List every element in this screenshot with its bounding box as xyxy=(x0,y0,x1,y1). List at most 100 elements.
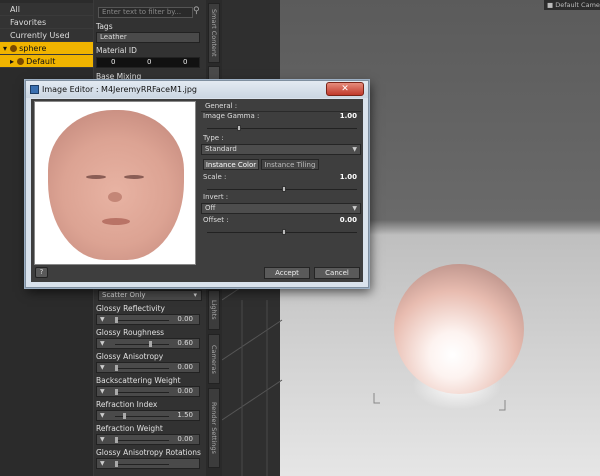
scale-slider[interactable]: Scale : 1.00 xyxy=(201,173,361,192)
tree-item-all[interactable]: All xyxy=(0,3,93,16)
property-value: 0.00 xyxy=(177,387,193,395)
chevron-down-icon: ▾ xyxy=(193,291,197,299)
property-value: 0.00 xyxy=(177,435,193,443)
offset-label: Offset : xyxy=(203,216,229,224)
tab-lights[interactable]: Lights xyxy=(208,290,220,330)
slider-thumb[interactable] xyxy=(115,461,118,467)
property-value: 0.00 xyxy=(177,363,193,371)
camera-label[interactable]: ■ Default Camera xyxy=(544,0,600,10)
tree-item-label: sphere xyxy=(19,44,47,53)
tree-item-favorites[interactable]: Favorites xyxy=(0,16,93,29)
object-icon xyxy=(9,45,17,52)
chevron-down-icon: ▼ xyxy=(352,205,357,212)
slider-thumb[interactable] xyxy=(115,437,118,443)
tab-instance-color[interactable]: Instance Color xyxy=(203,159,259,170)
slider-track xyxy=(207,128,357,129)
chevron-down-icon[interactable]: ▼ xyxy=(100,459,105,468)
collapse-arrow-icon[interactable]: ▸ xyxy=(10,57,14,66)
tab-smart-content[interactable]: Smart Content xyxy=(208,3,220,63)
property-label: Refraction Index xyxy=(96,400,158,409)
slider-thumb[interactable] xyxy=(237,125,241,131)
property-value: 1.50 xyxy=(177,411,193,419)
property-label: Glossy Anisotropy xyxy=(96,352,164,361)
property-label: Backscattering Weight xyxy=(96,376,181,385)
slider-track xyxy=(115,392,169,393)
dialog-titlebar[interactable]: Image Editor : M4JeremyRRFaceM1.jpg xyxy=(26,81,368,98)
type-section: Type : xyxy=(201,134,361,143)
slider-thumb[interactable] xyxy=(282,229,286,235)
tags-field[interactable]: Leather xyxy=(96,32,200,43)
help-button[interactable]: ? xyxy=(35,267,48,278)
cancel-button[interactable]: Cancel xyxy=(314,267,360,279)
property-slider[interactable]: ▼ xyxy=(96,458,200,469)
texture-preview xyxy=(34,101,196,265)
tree-item-default[interactable]: ▸ Default xyxy=(0,55,93,68)
sphere-object[interactable] xyxy=(394,264,524,394)
invert-section: Invert : xyxy=(201,193,361,202)
property-label: Refraction Weight xyxy=(96,424,163,433)
right-eye xyxy=(124,175,144,179)
tree-item-currently-used[interactable]: Currently Used xyxy=(0,29,93,42)
general-section-label: General : xyxy=(201,101,361,112)
property-slider[interactable]: ▼ 0.60 xyxy=(96,338,200,349)
chevron-down-icon[interactable]: ▼ xyxy=(100,363,105,372)
expand-arrow-icon[interactable]: ▾ xyxy=(3,44,7,53)
material-id-b: 0 xyxy=(183,58,188,66)
slider-track xyxy=(115,320,169,321)
slider-thumb[interactable] xyxy=(115,389,118,395)
tab-cameras[interactable]: Cameras xyxy=(208,334,220,384)
invert-dropdown-value: Off xyxy=(205,204,216,212)
slider-thumb[interactable] xyxy=(115,317,118,323)
scatter-dropdown[interactable]: Scatter Only ▾ xyxy=(98,290,202,301)
type-dropdown[interactable]: Standard ▼ xyxy=(201,144,361,155)
tree-item-sphere[interactable]: ▾ sphere xyxy=(0,42,93,55)
offset-slider[interactable]: Offset : 0.00 xyxy=(201,216,361,235)
slider-track xyxy=(115,344,169,345)
camera-icon: ■ xyxy=(547,1,554,9)
slider-thumb[interactable] xyxy=(123,413,126,419)
chevron-down-icon[interactable]: ▼ xyxy=(100,339,105,348)
filter-input[interactable]: Enter text to filter by... xyxy=(98,7,193,18)
property-label: Glossy Roughness xyxy=(96,328,165,337)
chevron-down-icon[interactable]: ▼ xyxy=(100,315,105,324)
chevron-down-icon[interactable]: ▼ xyxy=(100,387,105,396)
type-dropdown-value: Standard xyxy=(205,145,237,153)
close-icon: ✕ xyxy=(341,84,349,94)
left-eye xyxy=(86,175,106,179)
property-slider[interactable]: ▼ 0.00 xyxy=(96,386,200,397)
material-id-g: 0 xyxy=(147,58,152,66)
property-slider[interactable]: ▼ 0.00 xyxy=(96,434,200,445)
material-id-r: 0 xyxy=(111,58,116,66)
help-icon: ? xyxy=(39,268,44,276)
slider-thumb[interactable] xyxy=(282,186,286,192)
slider-thumb[interactable] xyxy=(115,365,118,371)
property-slider[interactable]: ▼ 0.00 xyxy=(96,314,200,325)
property-value: 0.60 xyxy=(177,339,193,347)
image-gamma-slider[interactable]: Image Gamma : 1.00 xyxy=(201,112,361,131)
property-slider[interactable]: ▼ 1.50 xyxy=(96,410,200,421)
object-icon xyxy=(16,58,24,65)
type-label: Type : xyxy=(203,134,224,142)
image-editor-dialog: Image Editor : M4JeremyRRFaceM1.jpg ✕ Ge… xyxy=(25,80,369,288)
tags-label: Tags xyxy=(96,22,113,31)
property-slider[interactable]: ▼ 0.00 xyxy=(96,362,200,373)
camera-label-text: Default Camera xyxy=(555,1,600,9)
tab-instance-tiling[interactable]: Instance Tiling xyxy=(261,159,319,170)
scale-value: 1.00 xyxy=(339,173,357,181)
accept-button[interactable]: Accept xyxy=(264,267,310,279)
material-id-field[interactable]: 0 0 0 xyxy=(96,57,200,68)
close-button[interactable]: ✕ xyxy=(326,82,364,96)
chevron-down-icon: ▼ xyxy=(352,146,357,153)
slider-thumb[interactable] xyxy=(149,341,152,347)
invert-dropdown[interactable]: Off ▼ xyxy=(201,203,361,214)
offset-value: 0.00 xyxy=(339,216,357,224)
dialog-title: Image Editor : M4JeremyRRFaceM1.jpg xyxy=(42,85,198,94)
scatter-dropdown-value: Scatter Only xyxy=(102,291,146,299)
chevron-down-icon[interactable]: ▼ xyxy=(100,435,105,444)
tree-item-label: All xyxy=(10,5,20,14)
chevron-down-icon[interactable]: ▼ xyxy=(100,411,105,420)
property-label: Glossy Anisotropy Rotations xyxy=(96,448,201,457)
tab-render-settings[interactable]: Render Settings xyxy=(208,388,220,468)
slider-track xyxy=(115,368,169,369)
search-icon[interactable]: ⚲ xyxy=(193,6,205,18)
